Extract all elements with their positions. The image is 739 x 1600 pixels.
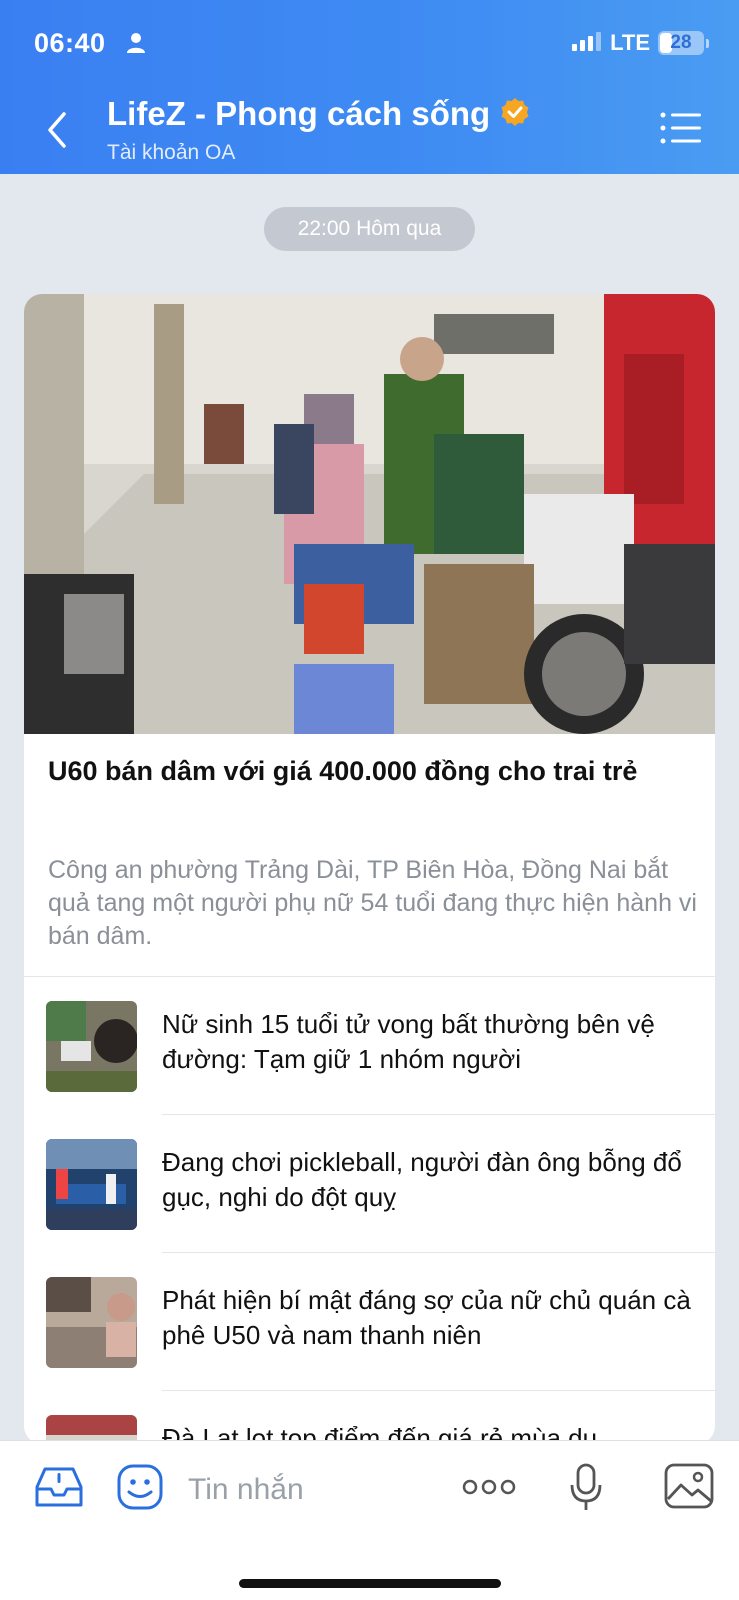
message-input[interactable]: Tin nhắn bbox=[188, 1473, 304, 1507]
mic-icon[interactable] bbox=[570, 1463, 602, 1518]
battery-icon: 28 bbox=[658, 31, 704, 55]
related-article-thumbnail bbox=[46, 1277, 137, 1368]
image-icon[interactable] bbox=[664, 1463, 714, 1514]
message-composer: Tin nhắn bbox=[0, 1440, 739, 1600]
signal-icon bbox=[572, 31, 602, 56]
emoji-icon[interactable] bbox=[116, 1463, 164, 1516]
page-title: LifeZ - Phong cách sống bbox=[107, 95, 491, 132]
inbox-icon[interactable] bbox=[33, 1463, 85, 1516]
related-article-thumbnail bbox=[46, 1001, 137, 1092]
related-article-thumbnail bbox=[46, 1139, 137, 1230]
account-type: Tài khoản OA bbox=[107, 141, 236, 164]
verified-icon bbox=[500, 97, 530, 132]
related-article-item[interactable]: Phát hiện bí mật đáng sợ của nữ chủ quán… bbox=[24, 1253, 715, 1391]
article-description: Công an phường Trảng Dài, TP Biên Hòa, Đ… bbox=[48, 856, 697, 950]
home-indicator bbox=[239, 1579, 501, 1588]
back-icon[interactable] bbox=[38, 108, 78, 152]
menu-list-icon[interactable] bbox=[659, 110, 703, 146]
status-time: 06:40 bbox=[34, 28, 106, 58]
status-indicators: LTE 28 bbox=[572, 30, 709, 56]
related-article-title: Nữ sinh 15 tuổi tử vong bất thường bên v… bbox=[162, 1009, 655, 1074]
battery-level: 28 bbox=[670, 32, 692, 53]
title-area[interactable]: LifeZ - Phong cách sống Tài khoản OA bbox=[107, 95, 530, 165]
article-title[interactable]: U60 bán dâm với giá 400.000 đồng cho tra… bbox=[48, 754, 688, 789]
more-icon[interactable] bbox=[462, 1477, 516, 1502]
header: 06:40 LTE 28 LifeZ - Phong cách sống Tài… bbox=[0, 0, 739, 174]
network-type: LTE bbox=[610, 30, 650, 55]
related-article-item[interactable]: Nữ sinh 15 tuổi tử vong bất thường bên v… bbox=[24, 977, 715, 1115]
article-hero-image[interactable] bbox=[24, 294, 715, 734]
article-card[interactable]: U60 bán dâm với giá 400.000 đồng cho tra… bbox=[24, 294, 715, 1444]
related-article-title: Đang chơi pickleball, người đàn ông bỗng… bbox=[162, 1147, 682, 1212]
related-article-title: Phát hiện bí mật đáng sợ của nữ chủ quán… bbox=[162, 1285, 691, 1350]
related-article-item[interactable]: Đang chơi pickleball, người đàn ông bỗng… bbox=[24, 1115, 715, 1253]
person-icon bbox=[126, 32, 146, 59]
related-article-item[interactable]: Đà Lạt lọt top điểm đến giá rẻ mùa du bbox=[24, 1391, 715, 1444]
message-timestamp: 22:00 Hôm qua bbox=[264, 207, 475, 251]
